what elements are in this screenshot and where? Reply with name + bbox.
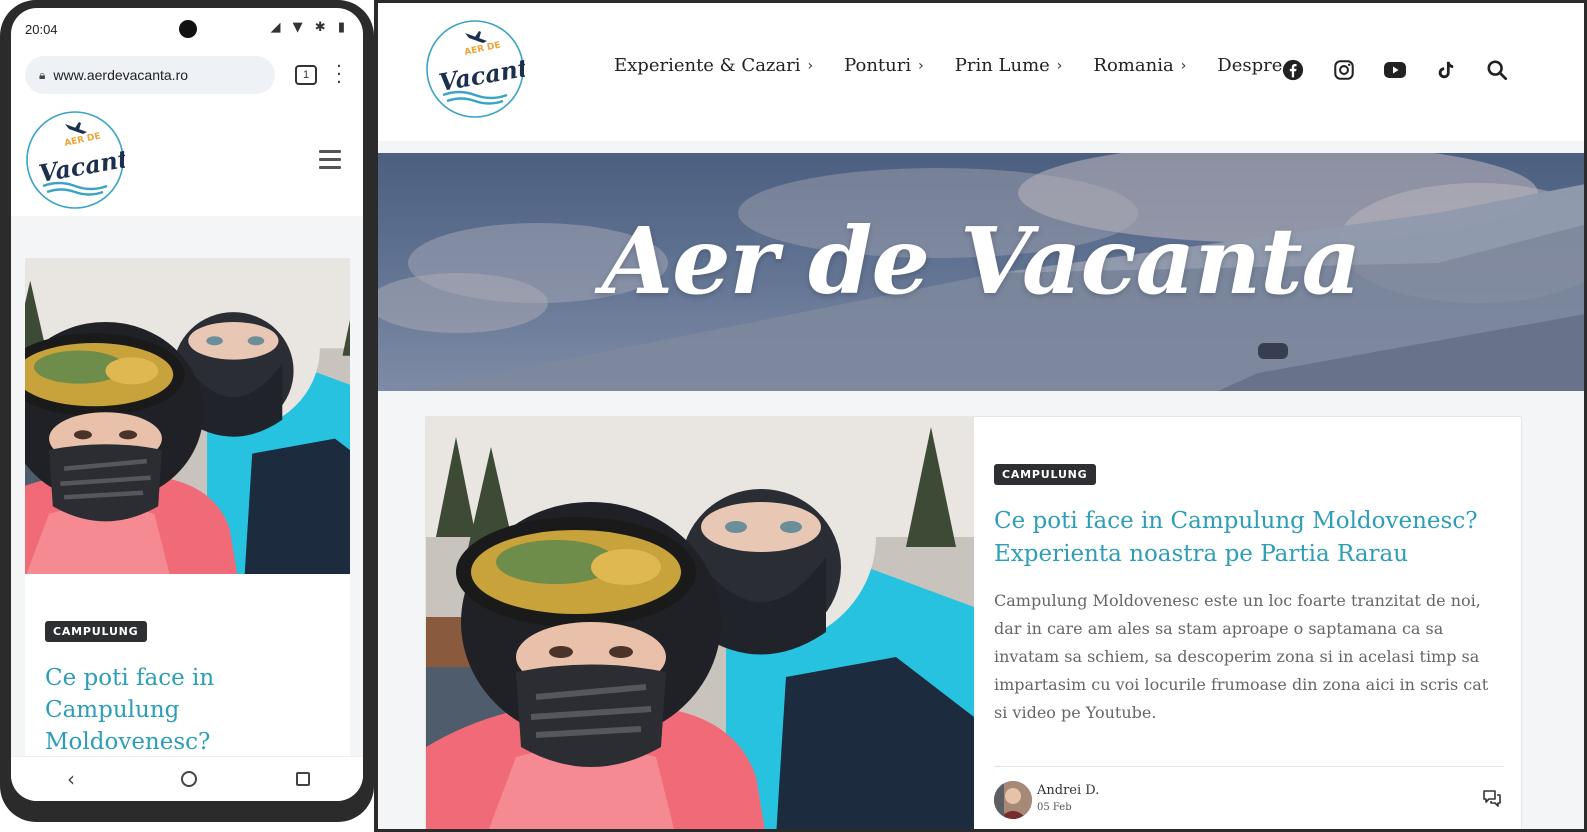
post-excerpt: Campulung Moldovenesc este un loc foarte… [994,591,1489,722]
browser-toolbar: 🔒︎ www.aerdevacanta.ro 1 · · · [11,54,363,100]
nav-item-label: Prin Lume [954,55,1050,76]
featured-post-card[interactable]: CAMPULUNG Ce poti face in Campulung Mold… [425,416,1522,832]
mobile-site-header: AER DE Vacanta [11,108,363,216]
facebook-icon[interactable] [1278,55,1308,85]
author-name[interactable]: Andrei D. [1037,783,1099,798]
chevron-right-icon: › [1180,57,1187,74]
nav-item-label: Experiente & Cazari [614,55,801,76]
instagram-icon[interactable] [1329,55,1359,85]
search-icon[interactable] [1482,55,1512,85]
mobile-content: CAMPULUNG Ce poti face in Campulung Mold… [11,216,363,778]
tabs-button[interactable]: 1 [295,65,317,85]
category-badge-label: CAMPULUNG [45,621,147,642]
site-logo[interactable]: AER DE Vacanta [25,110,146,214]
post-image[interactable] [25,258,350,574]
status-bar: 20:04 ◢ ▼ ✱ ▮ [11,8,363,48]
nav-item-despre[interactable]: Despre [1217,55,1282,76]
back-icon[interactable]: ‹ [67,767,75,791]
status-icons: ◢ ▼ ✱ ▮ [270,20,349,35]
nav-item-romania[interactable]: Romania › [1093,55,1186,76]
post-image[interactable] [426,417,974,832]
nav-item-ponturi[interactable]: Ponturi › [844,55,924,76]
avatar[interactable] [994,781,1032,819]
status-time: 20:04 [25,22,58,37]
hero-banner: Aer de Vacanta [378,153,1584,391]
category-badge[interactable]: CAMPULUNG [45,620,147,642]
category-badge-label: CAMPULUNG [994,464,1096,485]
phone-screen: 20:04 ◢ ▼ ✱ ▮ 🔒︎ www.aerdevacanta.ro 1 ·… [11,8,363,801]
post-title[interactable]: Ce poti face in Campulung Moldovenesc? E… [994,505,1504,571]
lock-icon: 🔒︎ [39,67,46,82]
tiktok-icon[interactable] [1431,55,1461,85]
social-links [1278,55,1533,85]
hero-title: Aer de Vacanta [601,207,1361,315]
divider [994,766,1504,767]
android-nav-bar: ‹ [11,756,363,801]
nav-item-label: Romania [1093,55,1174,76]
post-title[interactable]: Ce poti face in Campulung Moldovenesc? [45,662,335,758]
post-content: CAMPULUNG Ce poti face in Campulung Mold… [994,417,1504,829]
nav-item-prin-lume[interactable]: Prin Lume › [955,55,1063,76]
youtube-icon[interactable] [1380,55,1410,85]
main-nav: Experiente & Cazari › Ponturi › Prin Lum… [614,55,1313,76]
phone-frame: 20:04 ◢ ▼ ✱ ▮ 🔒︎ www.aerdevacanta.ro 1 ·… [0,0,374,822]
chevron-right-icon: › [807,57,814,74]
address-bar[interactable]: 🔒︎ www.aerdevacanta.ro [25,56,275,94]
nav-item-experiente-cazari[interactable]: Experiente & Cazari › [614,55,813,76]
post-date: 05 Feb [1037,802,1072,813]
nav-item-label: Despre [1217,55,1283,76]
mobile-post-card[interactable]: CAMPULUNG Ce poti face in Campulung Mold… [25,258,350,778]
recents-icon[interactable] [296,772,310,786]
nav-item-label: Ponturi [844,55,912,76]
category-badge[interactable]: CAMPULUNG [994,463,1096,485]
camera-cutout [179,20,197,38]
comments-icon[interactable] [1482,789,1502,811]
url-text: www.aerdevacanta.ro [53,67,189,83]
home-icon[interactable] [181,771,197,787]
site-logo[interactable]: AER DE Vacanta [425,19,546,123]
desktop-browser-viewport: AER DE Vacanta Experiente & Cazari › Pon… [374,0,1587,832]
chevron-right-icon: › [1056,57,1063,74]
chevron-right-icon: › [918,57,924,74]
more-menu-icon[interactable]: · · · [335,58,343,92]
site-header: AER DE Vacanta Experiente & Cazari › Pon… [378,3,1584,141]
hamburger-menu-icon[interactable] [319,150,341,169]
